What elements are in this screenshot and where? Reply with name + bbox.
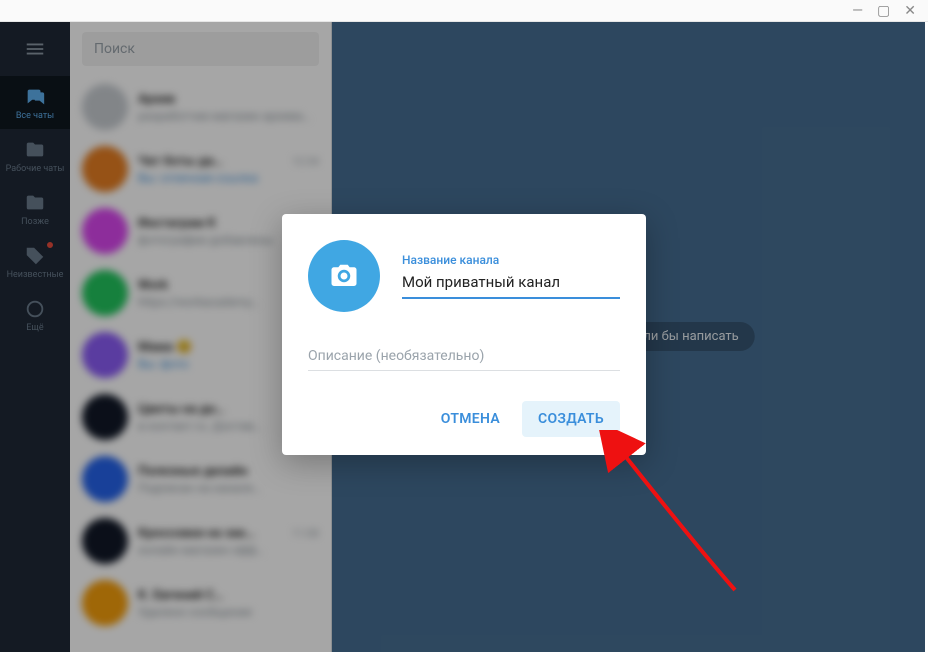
cancel-button[interactable]: ОТМЕНА — [425, 401, 516, 437]
window-close-button[interactable]: ✕ — [904, 4, 916, 18]
channel-name-label: Название канала — [402, 253, 620, 267]
channel-description-input[interactable] — [308, 342, 620, 371]
create-channel-modal: Название канала ОТМЕНА СОЗДАТЬ — [282, 214, 646, 455]
window-minimize-button[interactable]: — — [852, 4, 863, 18]
camera-icon — [329, 261, 359, 291]
channel-photo-button[interactable] — [308, 240, 380, 312]
create-button[interactable]: СОЗДАТЬ — [522, 401, 620, 437]
window-titlebar: — ▢ ✕ — [0, 0, 928, 22]
channel-name-input[interactable] — [402, 271, 620, 299]
window-maximize-button[interactable]: ▢ — [877, 4, 890, 18]
